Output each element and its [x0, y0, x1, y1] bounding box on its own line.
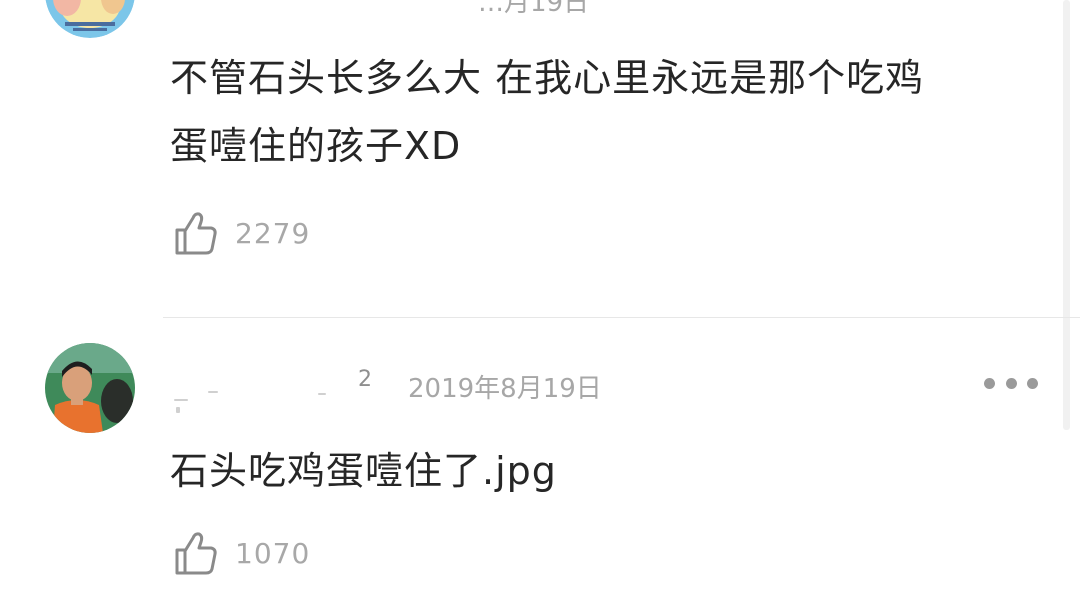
more-dot-icon: [1005, 377, 1017, 389]
comment-content-line: 蛋噎住的孩子XD: [170, 124, 462, 168]
cartoon-avatar-icon: [45, 0, 135, 38]
comment-item: 2 2019年8月19日 石头吃鸡蛋噎住了.jpg 1070: [0, 319, 1080, 590]
username-smudge: [208, 391, 218, 393]
like-button[interactable]: 1070: [174, 530, 310, 576]
comment-divider: [163, 317, 1080, 318]
thumbs-up-icon: [175, 532, 217, 575]
comment-content: 不管石头长多么大 在我心里永远是那个吃鸡 蛋噎住的孩子XD: [170, 44, 1040, 180]
thumbs-up-icon: [175, 212, 217, 255]
comment-content-line: 不管石头长多么大 在我心里永远是那个吃鸡: [170, 56, 925, 100]
like-count: 1070: [235, 536, 311, 570]
avatar[interactable]: [45, 343, 135, 433]
comment-item: …月19日 不管石头长多么大 在我心里永远是那个吃鸡 蛋噎住的孩子XD 2279: [0, 0, 1080, 318]
username-smudge: [318, 393, 326, 395]
more-dot-icon: [984, 377, 995, 389]
comment-date: …月19日: [478, 0, 590, 18]
more-options-button[interactable]: [984, 371, 1038, 395]
username-smudge: [174, 399, 188, 401]
comment-content: 石头吃鸡蛋噎住了.jpg: [170, 439, 1040, 503]
comment-content-line: 石头吃鸡蛋噎住了.jpg: [170, 449, 557, 493]
more-dot-icon: [1027, 377, 1038, 389]
like-count: 2279: [235, 216, 311, 250]
username-smudge: [176, 407, 180, 413]
comment-date: 2019年8月19日: [408, 374, 602, 404]
username-text: 2: [358, 367, 372, 392]
avatar[interactable]: [45, 0, 135, 38]
username[interactable]: 2: [168, 367, 388, 413]
child-photo-avatar-icon: [45, 343, 135, 433]
like-button[interactable]: 2279: [174, 210, 310, 256]
